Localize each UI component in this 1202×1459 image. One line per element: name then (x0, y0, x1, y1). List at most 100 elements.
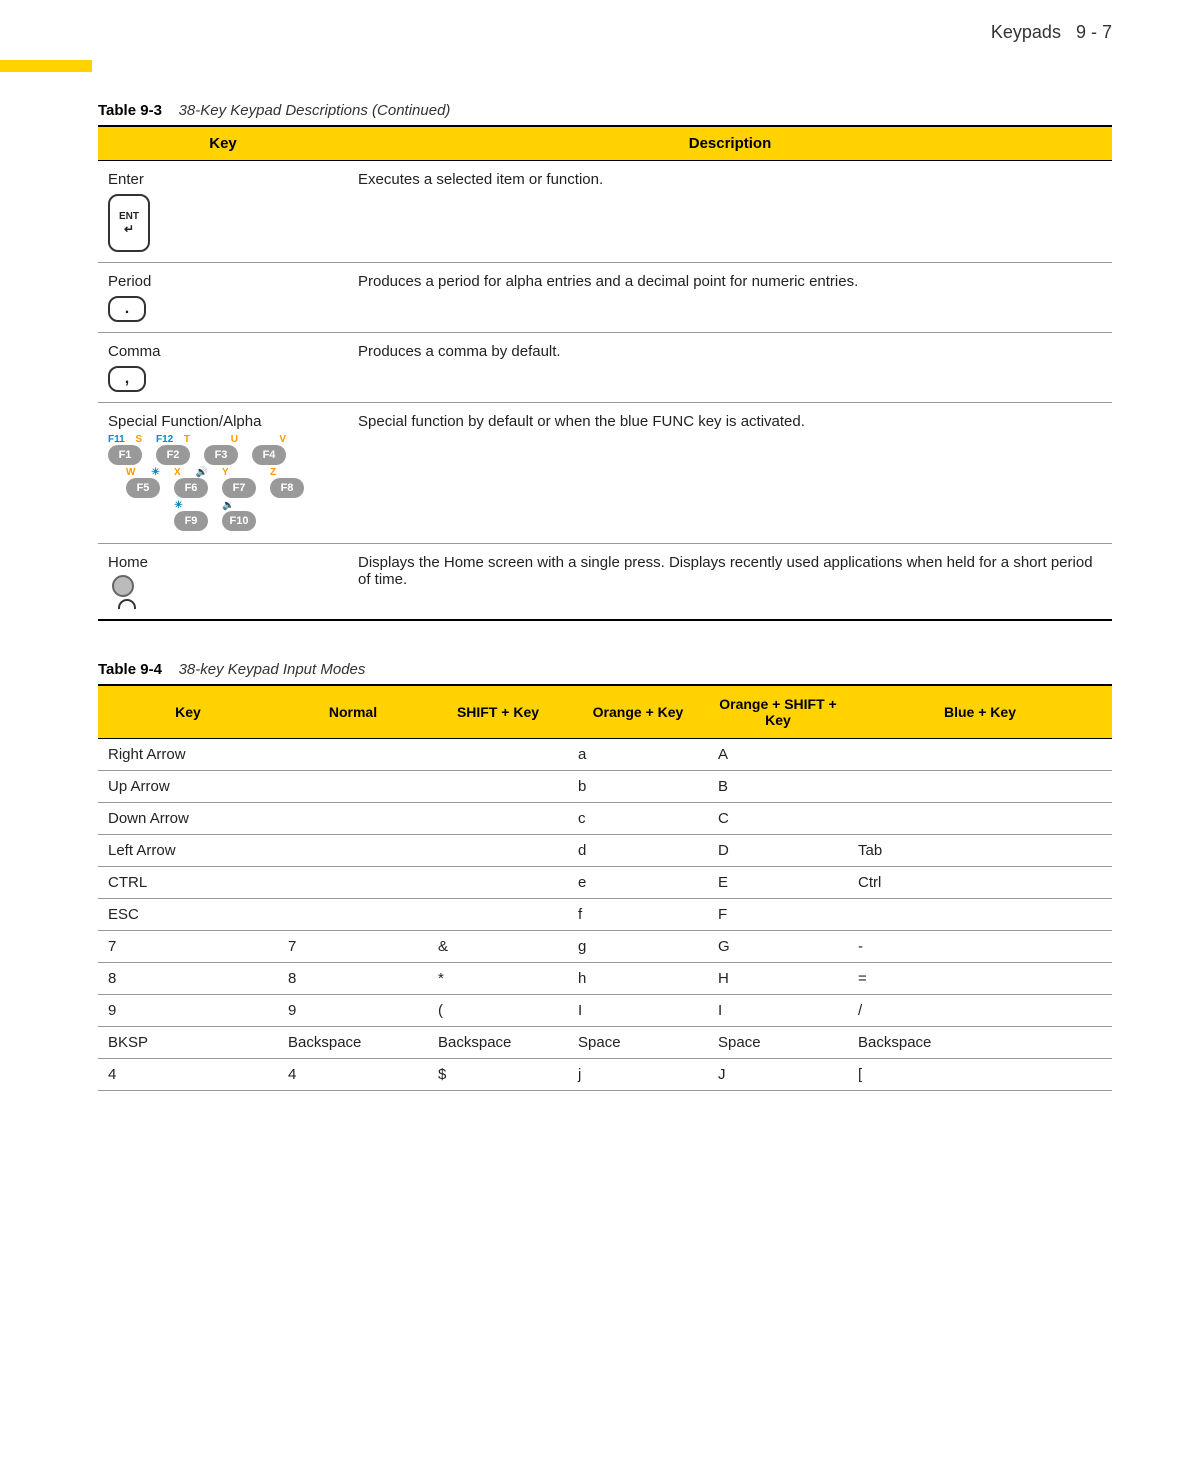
key-name: Enter (108, 171, 338, 188)
col-header-orange-shift: Orange + SHIFT + Key (708, 685, 848, 739)
table-row: Up ArrowbB (98, 771, 1112, 803)
key-name: Period (108, 273, 338, 290)
table-row: Home Displays the Home screen with a sin… (98, 544, 1112, 621)
cell-key: 7 (98, 931, 278, 963)
table-row: Down Arrow cC (98, 803, 1112, 835)
col-header-orange: Orange + Key (568, 685, 708, 739)
col-header-blue: Blue + Key (848, 685, 1112, 739)
cell-key: Down Arrow (98, 803, 278, 835)
cell-orange_shift: Space (708, 1027, 848, 1059)
table-row: BKSPBackspaceBackspaceSpaceSpaceBackspac… (98, 1027, 1112, 1059)
cell-orange_shift: I (708, 995, 848, 1027)
key-description: Produces a period for alpha entries and … (348, 263, 1112, 333)
page-header: Keypads 9 - 7 (0, 0, 1202, 60)
col-header-key: Key (98, 126, 348, 161)
table-row: Right ArrowaA (98, 739, 1112, 771)
page-number: 9 - 7 (1076, 22, 1112, 42)
cell-shift (428, 899, 568, 931)
key-name: Home (108, 554, 338, 571)
cell-orange: e (568, 867, 708, 899)
cell-normal (278, 899, 428, 931)
caption-label: Table 9-4 (98, 661, 162, 678)
table-row: 77&gG- (98, 931, 1112, 963)
cell-blue (848, 899, 1112, 931)
cell-shift (428, 739, 568, 771)
col-header-description: Description (348, 126, 1112, 161)
cell-blue (848, 803, 1112, 835)
table-row: Left ArrowdDTab (98, 835, 1112, 867)
yellow-accent-bar (0, 60, 92, 72)
cell-normal: 4 (278, 1059, 428, 1091)
cell-orange_shift: B (708, 771, 848, 803)
cell-orange_shift: G (708, 931, 848, 963)
cell-blue: = (848, 963, 1112, 995)
period-key-icon: . (108, 296, 146, 322)
cell-orange: Space (568, 1027, 708, 1059)
cell-key: ESC (98, 899, 278, 931)
key-name: Comma (108, 343, 338, 360)
cell-blue: - (848, 931, 1112, 963)
cell-key: CTRL (98, 867, 278, 899)
cell-shift (428, 803, 568, 835)
cell-normal (278, 835, 428, 867)
cell-normal (278, 867, 428, 899)
key-description: Special function by default or when the … (348, 403, 1112, 544)
table-row: Comma , Produces a comma by default. (98, 333, 1112, 403)
cell-orange: h (568, 963, 708, 995)
header-text: Keypads 9 - 7 (991, 22, 1112, 43)
table-row: 44$jJ[ (98, 1059, 1112, 1091)
cell-orange_shift: J (708, 1059, 848, 1091)
cell-normal (278, 771, 428, 803)
cell-blue (848, 771, 1112, 803)
key-description: Displays the Home screen with a single p… (348, 544, 1112, 621)
cell-orange_shift: F (708, 899, 848, 931)
key-description: Executes a selected item or function. (348, 161, 1112, 263)
enter-key-icon: ENT ↵ (108, 194, 150, 252)
cell-key: Up Arrow (98, 771, 278, 803)
cell-normal: 7 (278, 931, 428, 963)
cell-shift: Backspace (428, 1027, 568, 1059)
cell-blue: Backspace (848, 1027, 1112, 1059)
cell-shift (428, 835, 568, 867)
cell-normal (278, 803, 428, 835)
key-description: Produces a comma by default. (348, 333, 1112, 403)
cell-normal (278, 739, 428, 771)
table-row: 88*hH= (98, 963, 1112, 995)
cell-key: 9 (98, 995, 278, 1027)
cell-orange_shift: H (708, 963, 848, 995)
cell-key: BKSP (98, 1027, 278, 1059)
key-name: Special Function/Alpha (108, 413, 338, 430)
comma-key-icon: , (108, 366, 146, 392)
function-keys-icon: F11S F12T U V F1 F2 F3 F4 W☀ (108, 434, 338, 531)
cell-blue: Ctrl (848, 867, 1112, 899)
col-header-shift: SHIFT + Key (428, 685, 568, 739)
caption-title: 38-key Keypad Input Modes (179, 661, 366, 678)
cell-orange: c (568, 803, 708, 835)
table-row: Period . Produces a period for alpha ent… (98, 263, 1112, 333)
col-header-normal: Normal (278, 685, 428, 739)
table-row: Special Function/Alpha F11S F12T U V F1 … (98, 403, 1112, 544)
cell-orange_shift: C (708, 803, 848, 835)
cell-shift: ( (428, 995, 568, 1027)
cell-normal: 9 (278, 995, 428, 1027)
cell-shift (428, 771, 568, 803)
cell-orange_shift: D (708, 835, 848, 867)
table-9-3-caption: Table 9-3 38-Key Keypad Descriptions (Co… (98, 102, 1112, 119)
cell-orange: j (568, 1059, 708, 1091)
cell-orange: I (568, 995, 708, 1027)
table-row: Enter ENT ↵ Executes a selected item or … (98, 161, 1112, 263)
col-header-key: Key (98, 685, 278, 739)
cell-shift: & (428, 931, 568, 963)
cell-normal: 8 (278, 963, 428, 995)
cell-key: Right Arrow (98, 739, 278, 771)
cell-blue: Tab (848, 835, 1112, 867)
table-9-4: Key Normal SHIFT + Key Orange + Key Oran… (98, 684, 1112, 1091)
cell-blue: / (848, 995, 1112, 1027)
cell-orange: g (568, 931, 708, 963)
cell-shift: * (428, 963, 568, 995)
section-title: Keypads (991, 22, 1061, 42)
caption-title: 38-Key Keypad Descriptions (Continued) (179, 102, 451, 119)
cell-orange: a (568, 739, 708, 771)
cell-shift (428, 867, 568, 899)
table-row: CTRLeECtrl (98, 867, 1112, 899)
